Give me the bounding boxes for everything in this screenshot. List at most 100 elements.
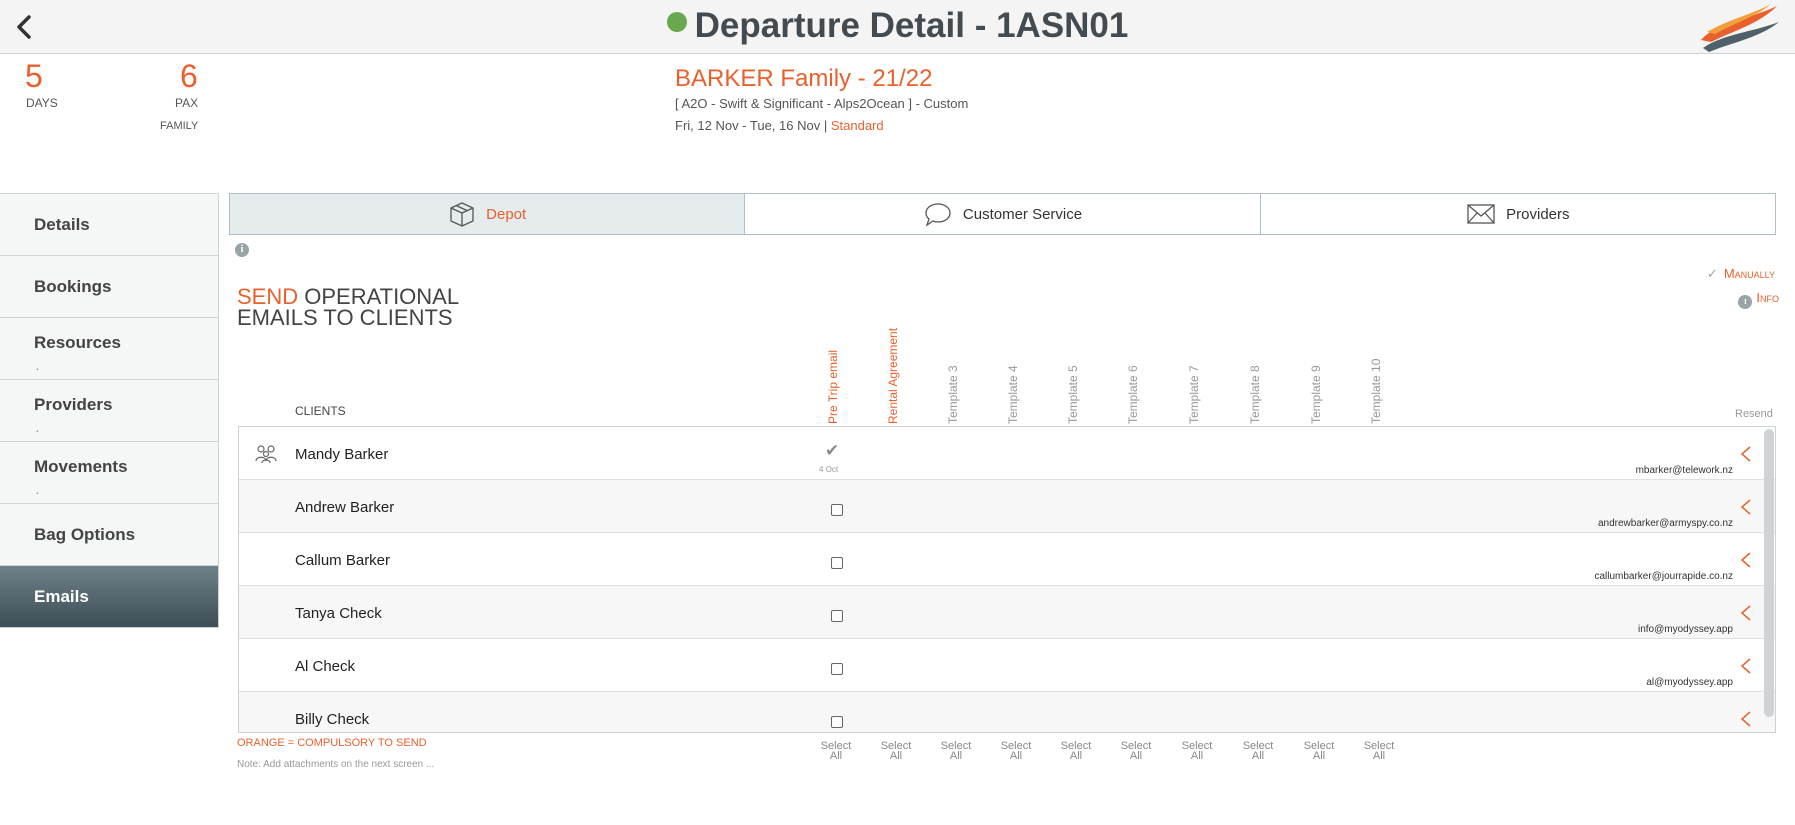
resend-chevron-icon[interactable]: [1739, 656, 1753, 681]
pre-trip-email-checkbox[interactable]: [831, 610, 843, 622]
select-all-line2: All: [1069, 750, 1083, 762]
column-header-template-8: Template 8: [1248, 365, 1262, 424]
tab-label: Providers: [1506, 205, 1570, 223]
resend-chevron-icon[interactable]: [1739, 550, 1753, 575]
sidebar: Details Bookings Resources. Providers. M…: [0, 193, 219, 628]
booking-title: BARKER Family - 21/22: [675, 65, 933, 92]
sent-check-icon: ✔: [825, 441, 840, 460]
legend-info: i Info: [1738, 290, 1779, 309]
client-email: callumbarker@jourrapide.co.nz: [1594, 571, 1733, 582]
select-all-line2: All: [1190, 750, 1204, 762]
legend-info-label: Info: [1756, 290, 1779, 305]
email-tabs: Depot Customer Service Providers: [229, 193, 1776, 235]
select-all-pre-trip-email[interactable]: Select All: [816, 741, 856, 762]
box-icon: [450, 202, 474, 227]
sidebar-item-label: Details: [34, 215, 90, 234]
tab-providers[interactable]: Providers: [1259, 194, 1775, 234]
client-email: mbarker@telework.nz: [1635, 465, 1733, 476]
client-name: Andrew Barker: [295, 499, 395, 516]
sidebar-sub-marker: .: [36, 424, 39, 435]
sidebar-item-label: Movements: [34, 457, 128, 476]
sidebar-item-label: Resources: [34, 333, 121, 352]
sidebar-item-bookings[interactable]: Bookings: [0, 256, 218, 318]
table-row: Callum Barker callumbarker@jourrapide.co…: [239, 533, 1775, 586]
pax-label: PAX: [175, 96, 199, 110]
select-all-template-3[interactable]: Select All: [936, 741, 976, 762]
select-all-line2: All: [829, 750, 843, 762]
select-all-line2: All: [1312, 750, 1326, 762]
legend-manually: ✓ Manually: [1707, 266, 1775, 282]
sidebar-sub-marker: .: [36, 486, 39, 497]
sidebar-sub-marker: .: [36, 362, 39, 373]
check-icon: ✓: [1706, 266, 1718, 281]
pre-trip-email-checkbox[interactable]: [831, 663, 843, 675]
client-name: Al Check: [295, 658, 356, 675]
speech-bubble-icon: [925, 203, 951, 227]
select-all-rental-agreement[interactable]: Select All: [876, 741, 916, 762]
select-all-template-6[interactable]: Select All: [1116, 741, 1156, 762]
sidebar-item-label: Bookings: [34, 277, 112, 296]
pre-trip-email-checkbox[interactable]: [831, 716, 843, 728]
select-all-line2: All: [949, 750, 963, 762]
clients-column-header: CLIENTS: [295, 404, 346, 418]
column-header-template-5: Template 5: [1066, 365, 1080, 424]
company-logo: [1697, 2, 1781, 54]
sidebar-item-resources[interactable]: Resources.: [0, 318, 218, 380]
client-name: Billy Check: [295, 711, 370, 728]
resend-chevron-icon[interactable]: [1739, 709, 1753, 732]
column-header-rental-agreement: Rental Agreement: [886, 327, 900, 424]
pax-count: 6: [180, 58, 198, 94]
status-indicator: [666, 12, 687, 32]
client-email: andrewbarker@armyspy.co.nz: [1597, 518, 1733, 529]
sent-date: 4 Oct: [819, 465, 839, 474]
resend-chevron-icon[interactable]: [1739, 444, 1753, 469]
table-row: Andrew Barker andrewbarker@armyspy.co.nz: [239, 480, 1775, 533]
days-label: DAYS: [26, 96, 58, 110]
resend-column-header: Resend: [1735, 408, 1773, 420]
select-all-template-8[interactable]: Select All: [1238, 741, 1278, 762]
select-all-template-10[interactable]: Select All: [1359, 741, 1399, 762]
table-row: Tanya Check info@myodyssey.app: [239, 586, 1775, 639]
select-all-template-4[interactable]: Select All: [996, 741, 1036, 762]
resend-chevron-icon[interactable]: [1739, 603, 1753, 628]
section-title-line2: EMAILS TO CLIENTS: [237, 305, 453, 330]
table-row: Al Check al@myodyssey.app: [239, 639, 1775, 692]
select-all-template-5[interactable]: Select All: [1056, 741, 1096, 762]
column-header-template-7: Template 7: [1187, 365, 1201, 424]
pax-type: FAMILY: [160, 120, 199, 132]
sidebar-item-bag-options[interactable]: Bag Options: [0, 504, 218, 566]
table-row: Billy Check: [239, 692, 1775, 732]
tab-customer-service[interactable]: Customer Service: [744, 194, 1259, 234]
column-header-template-10: Template 10: [1369, 358, 1383, 424]
legend-manually-label: Manually: [1723, 266, 1775, 281]
select-all-template-7[interactable]: Select All: [1177, 741, 1217, 762]
select-all-line2: All: [1251, 750, 1265, 762]
pre-trip-email-checkbox[interactable]: [831, 504, 843, 516]
tab-label: Customer Service: [962, 205, 1083, 223]
table-scrollbar[interactable]: [1764, 429, 1774, 717]
select-all-template-9[interactable]: Select All: [1299, 741, 1339, 762]
clients-email-table: Mandy Barker ✔ 4 Oct mbarker@telework.nz…: [238, 426, 1776, 733]
column-header-template-3: Template 3: [946, 365, 960, 424]
section-title: SEND OPERATIONAL EMAILS TO CLIENTS: [237, 286, 459, 330]
select-all-line2: All: [1372, 750, 1386, 762]
sidebar-item-details[interactable]: Details: [0, 194, 218, 256]
client-name: Callum Barker: [295, 552, 391, 569]
client-name: Tanya Check: [295, 605, 382, 622]
tab-depot[interactable]: Depot: [230, 194, 745, 234]
info-icon[interactable]: i: [235, 243, 249, 257]
sidebar-item-movements[interactable]: Movements.: [0, 442, 218, 504]
pre-trip-email-checkbox[interactable]: [831, 557, 843, 569]
product-name: [ A2O - Swift & Significant - Alps2Ocean…: [675, 96, 969, 111]
sidebar-item-label: Bag Options: [34, 525, 136, 544]
client-name: Mandy Barker: [295, 446, 389, 463]
sidebar-item-providers[interactable]: Providers.: [0, 380, 218, 442]
client-email: info@myodyssey.app: [1637, 624, 1733, 635]
sidebar-item-emails[interactable]: Emails: [0, 566, 218, 628]
grade-label: Standard: [830, 118, 884, 133]
client-email: al@myodyssey.app: [1646, 677, 1733, 688]
column-header-template-4: Template 4: [1006, 365, 1020, 424]
resend-chevron-icon[interactable]: [1739, 497, 1753, 522]
column-header-template-9: Template 9: [1309, 365, 1323, 424]
envelope-icon: [1467, 204, 1495, 224]
